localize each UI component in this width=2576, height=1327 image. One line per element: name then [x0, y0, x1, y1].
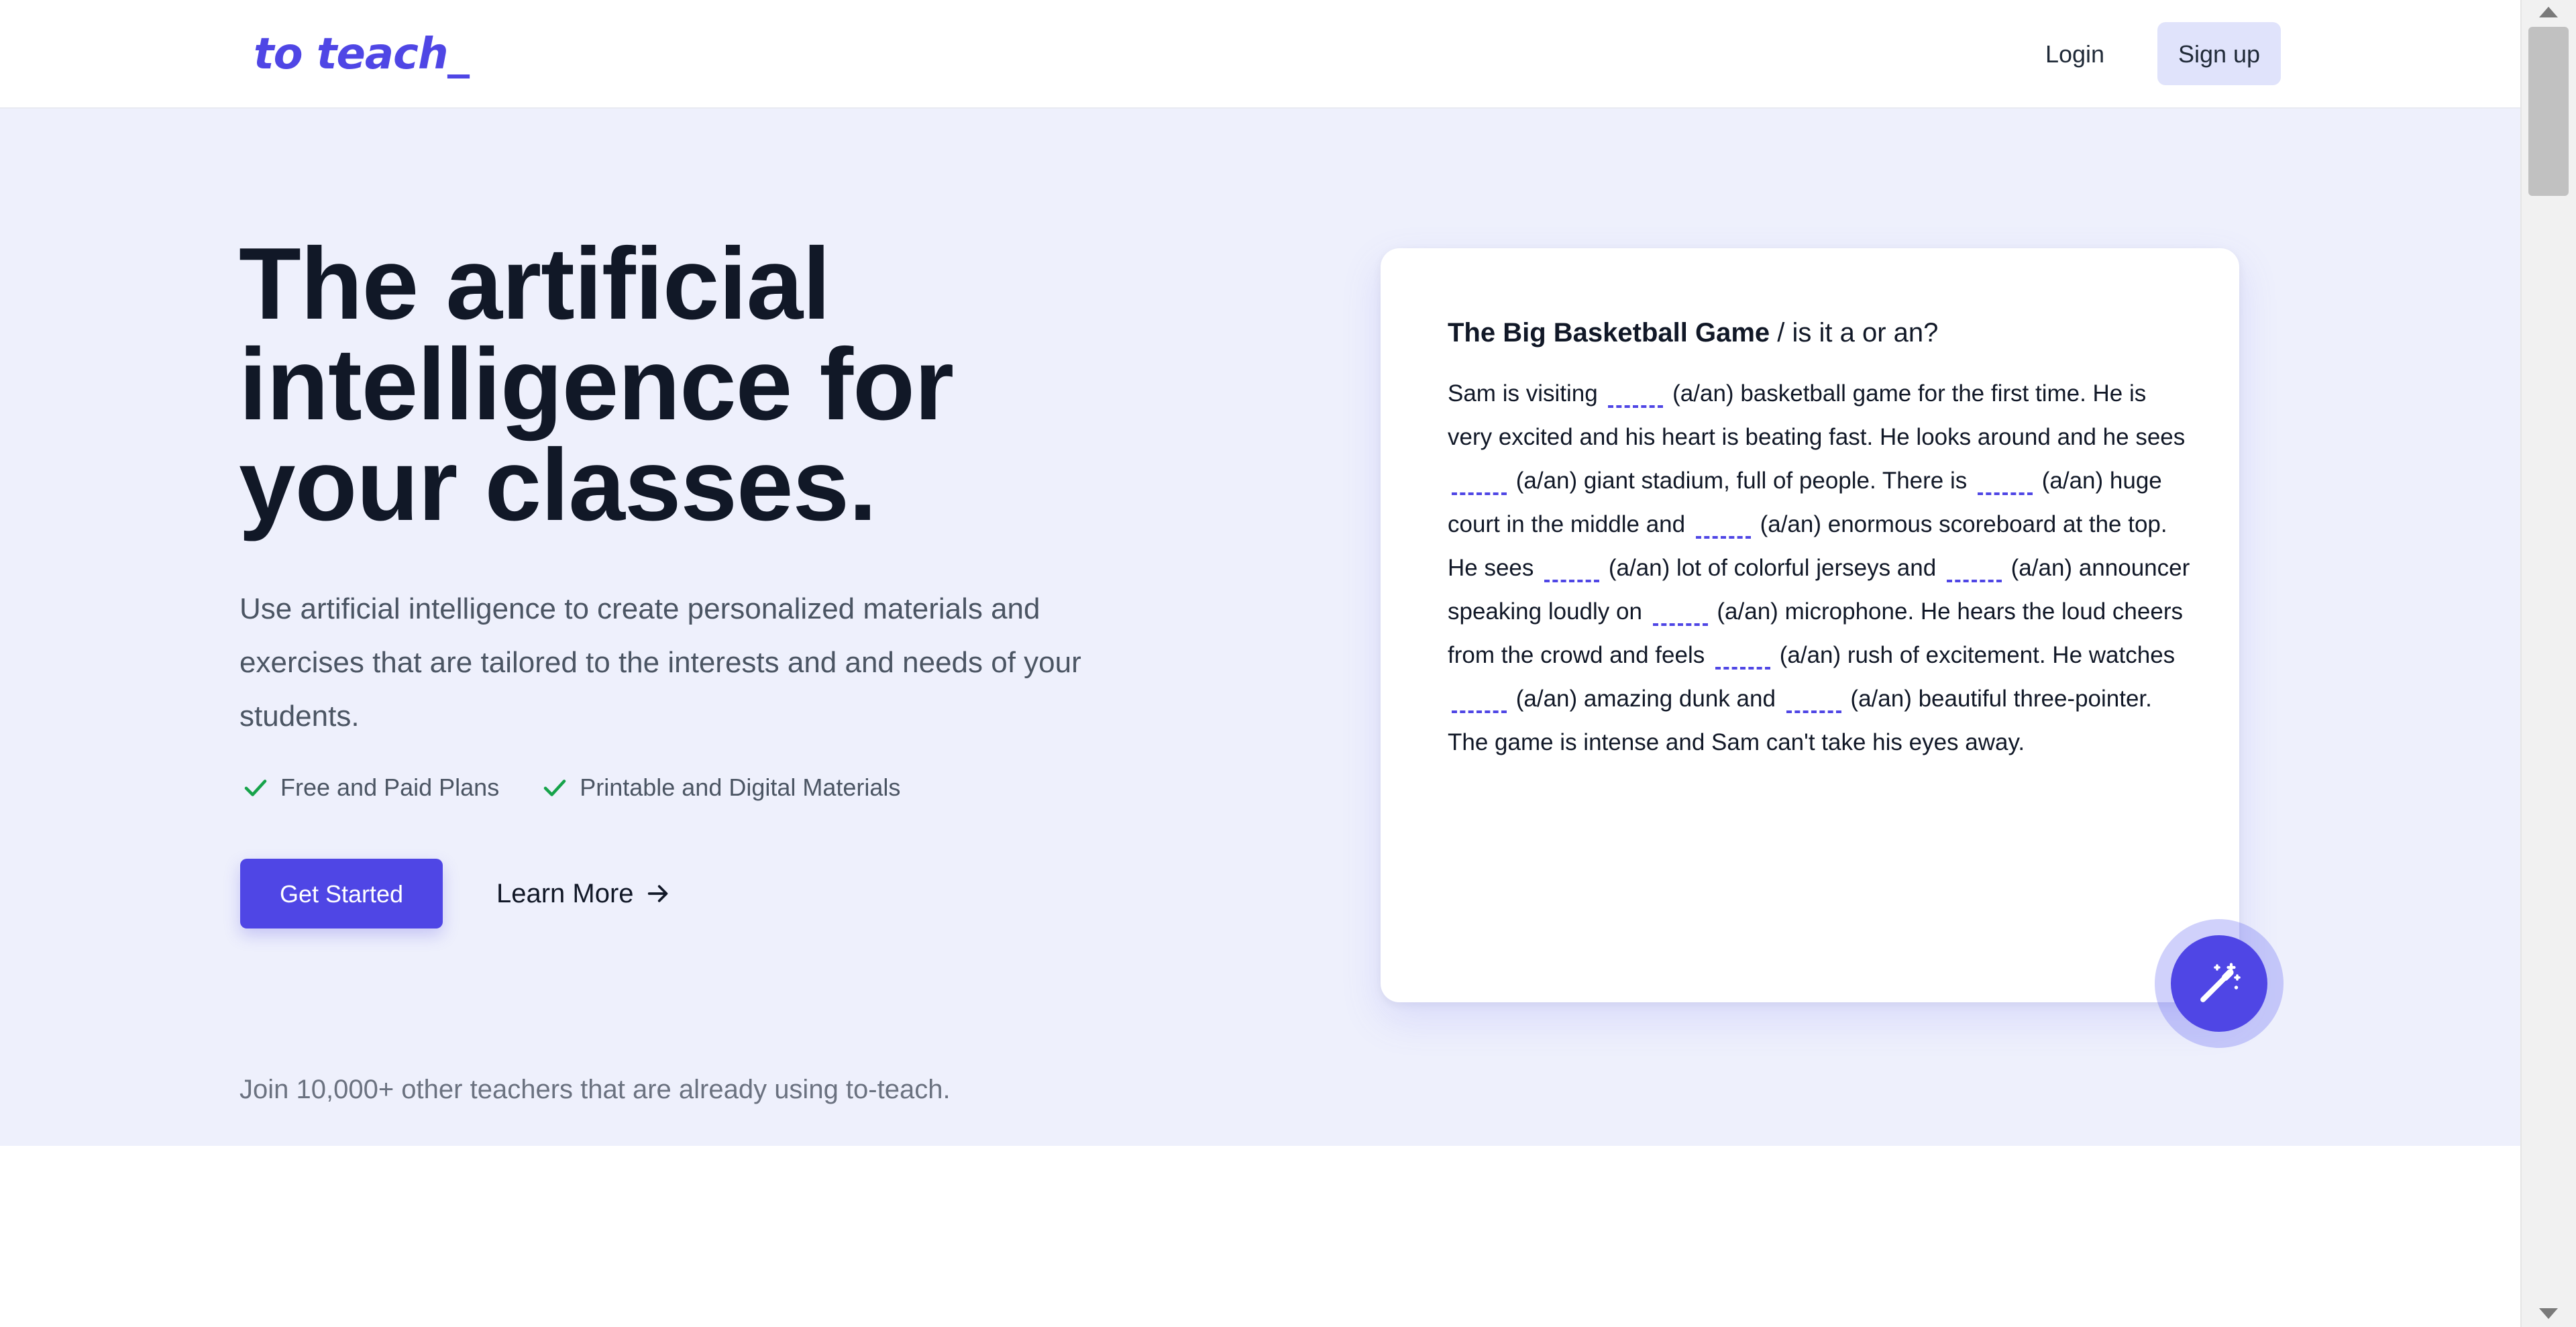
text-segment: Sam is visiting [1448, 380, 1598, 407]
text-segment: amazing dunk and [1583, 686, 1776, 712]
feature-list: Free and Paid Plans Printable and Digita… [241, 769, 942, 806]
hint-label: (a/an) [1672, 380, 1734, 407]
hint-label: (a/an) [1779, 642, 1841, 668]
blank-input[interactable] [1452, 690, 1507, 713]
blank-input[interactable] [1978, 472, 2033, 495]
hint-label: (a/an) [1850, 686, 1912, 712]
blank-input[interactable] [1608, 385, 1664, 408]
get-started-button[interactable]: Get Started [240, 859, 443, 928]
hint-label: (a/an) [1608, 555, 1670, 581]
blank-input[interactable] [1452, 472, 1507, 495]
hint-label: (a/an) [1760, 511, 1822, 537]
logo[interactable]: to teach_ [254, 24, 470, 85]
blank-input[interactable] [1652, 603, 1708, 626]
magic-wand-button[interactable] [2155, 919, 2284, 1048]
feature-item: Free and Paid Plans [241, 774, 499, 802]
hero-section: The artificial intelligence for your cla… [0, 109, 2520, 1146]
story-title: The Big Basketball Game [1448, 318, 1770, 348]
learn-more-link[interactable]: Learn More [496, 859, 672, 928]
example-text: Sam is visiting (a/an) basketball game f… [1448, 372, 2192, 764]
site-header: to teach_ Login Sign up [0, 0, 2520, 109]
arrow-right-icon [647, 885, 667, 902]
story-subtitle: / is it a or an? [1770, 318, 1939, 348]
check-icon [543, 780, 566, 796]
page-scrollbar[interactable] [2520, 0, 2576, 1327]
feature-item: Printable and Digital Materials [541, 774, 900, 802]
blank-input[interactable] [1946, 560, 2002, 582]
scroll-up-arrow-icon[interactable] [2539, 7, 2558, 17]
signup-button[interactable]: Sign up [2157, 22, 2281, 85]
hero-headline: The artificial intelligence for your cla… [239, 227, 954, 542]
check-icon [244, 780, 267, 796]
hint-label: (a/an) [1717, 598, 1778, 625]
scroll-down-arrow-icon[interactable] [2539, 1308, 2558, 1319]
text-segment: giant stadium, full of people. There is [1583, 468, 1968, 494]
magic-wand-button-core [2171, 935, 2267, 1032]
hint-label: (a/an) [2041, 468, 2104, 494]
example-title: The Big Basketball Game / is it a or an? [1448, 318, 2186, 348]
example-card: The Big Basketball Game / is it a or an?… [1381, 248, 2239, 1002]
text-segment: lot of colorful jerseys and [1676, 555, 1937, 581]
hint-label: (a/an) [2010, 555, 2073, 581]
learn-more-label: Learn More [496, 878, 634, 908]
blank-input[interactable] [1715, 647, 1770, 670]
feature-label: Printable and Digital Materials [580, 774, 901, 801]
join-text: Join 10,000+ other teachers that are alr… [239, 1075, 951, 1104]
scroll-thumb[interactable] [2528, 27, 2569, 196]
text-segment: rush of excitement. He watches [1847, 642, 2176, 668]
feature-label: Free and Paid Plans [280, 774, 500, 801]
blank-input[interactable] [1786, 690, 1841, 713]
magic-wand-icon [2200, 963, 2241, 1002]
login-button[interactable]: Login [2027, 23, 2123, 85]
blank-input[interactable] [1695, 516, 1751, 539]
hero-subtext: Use artificial intelligence to create pe… [239, 592, 1081, 733]
hint-label: (a/an) [1515, 686, 1578, 712]
hint-label: (a/an) [1515, 468, 1578, 494]
blank-input[interactable] [1544, 560, 1600, 582]
